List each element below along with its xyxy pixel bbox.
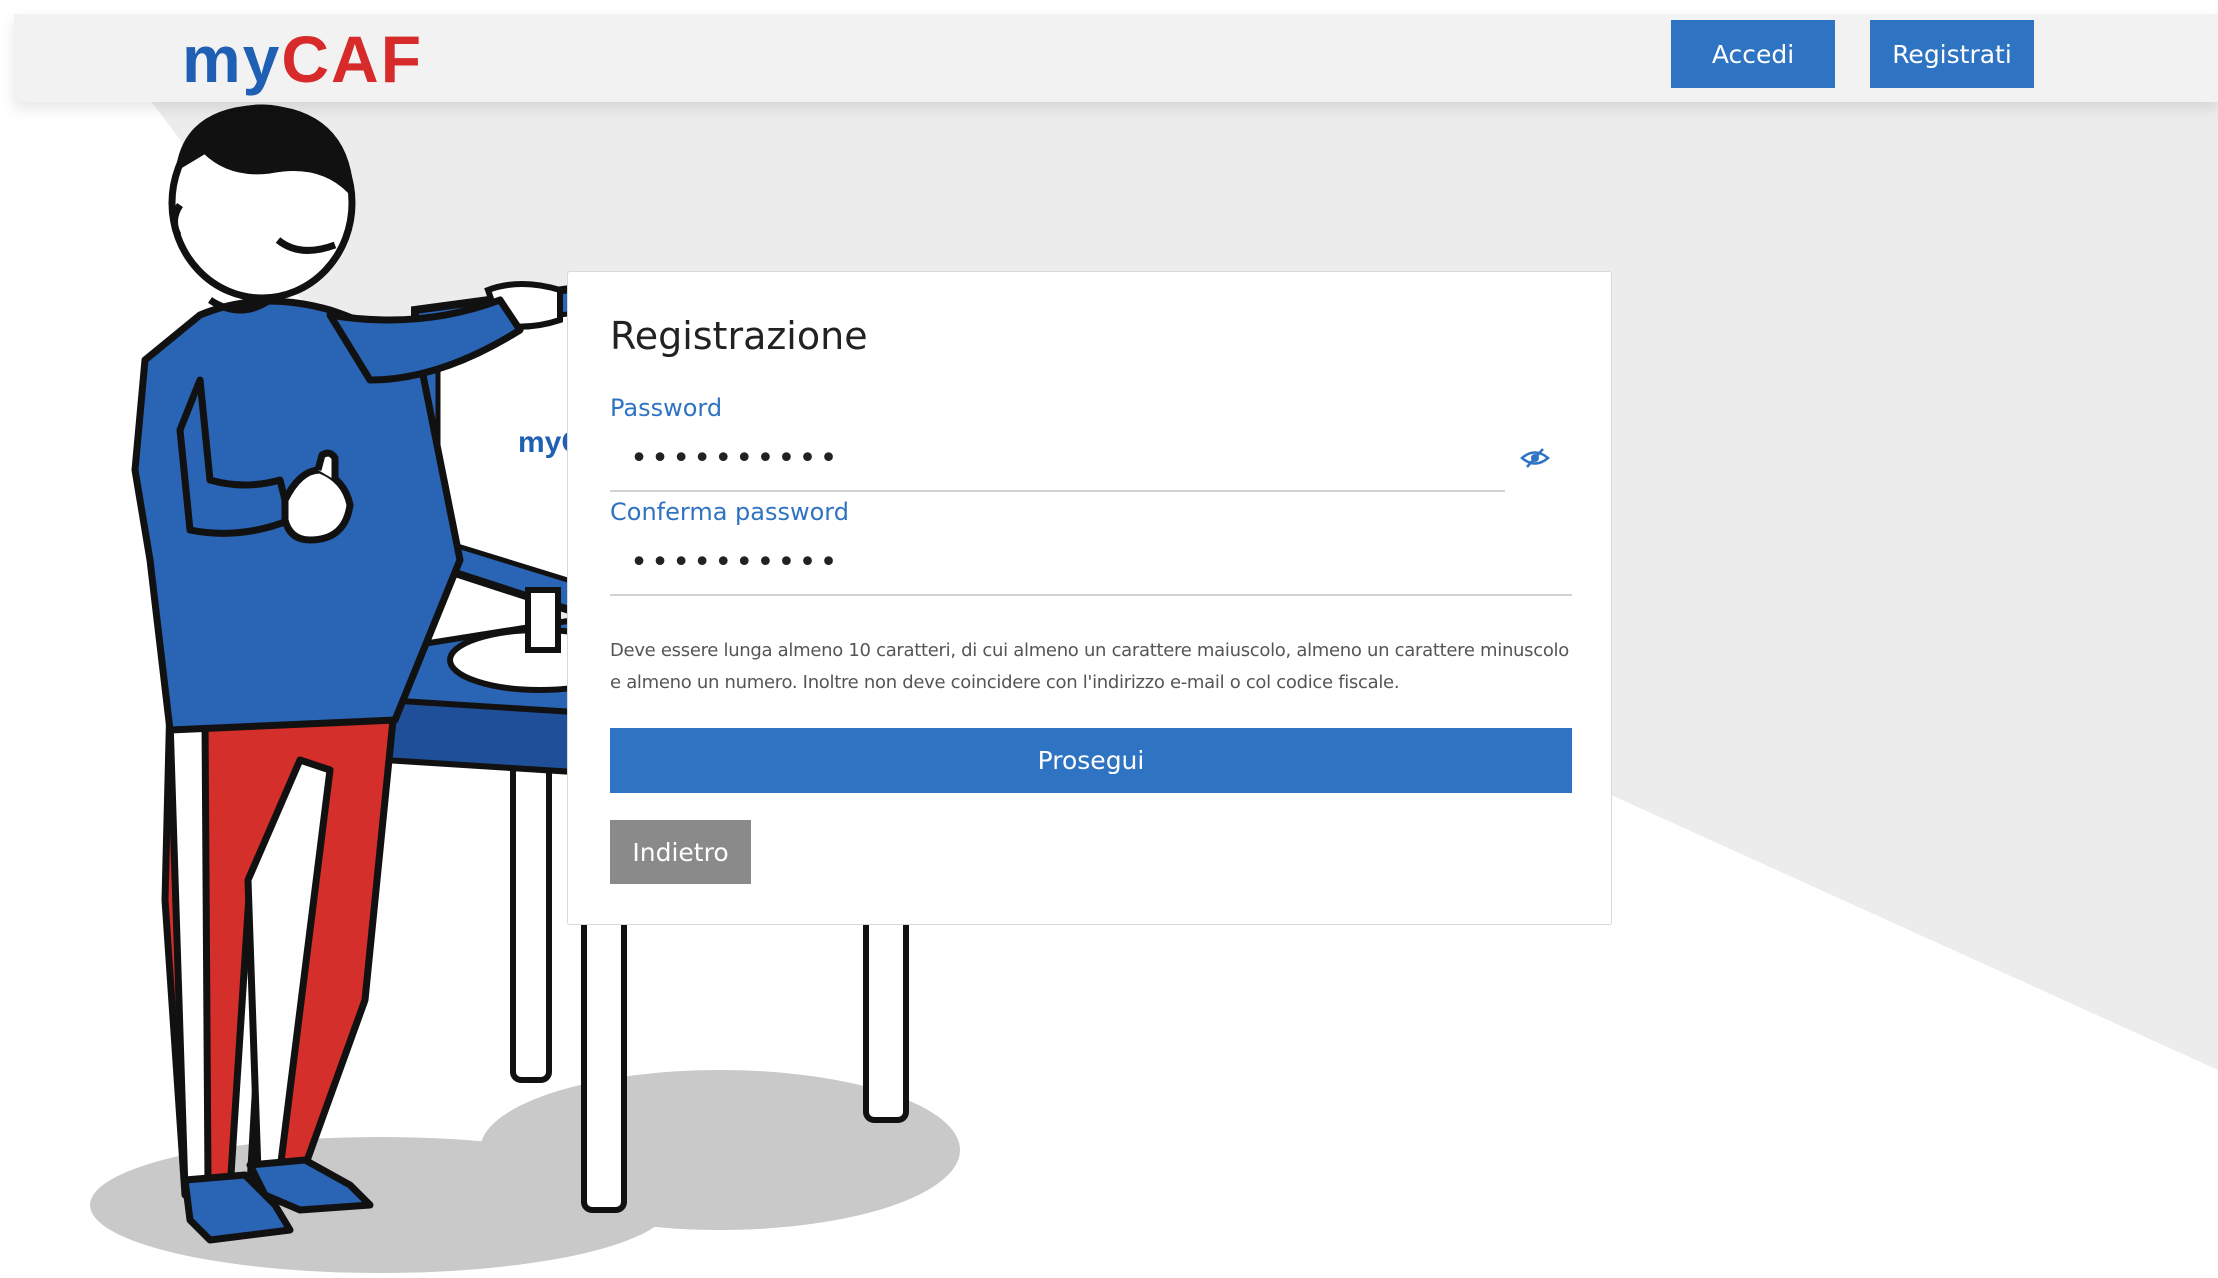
back-button[interactable]: Indietro: [610, 820, 751, 884]
registration-page: myC myCAF Accedi Registrati Registrazion…: [0, 0, 2218, 1278]
confirm-password-label: Conferma password: [610, 498, 849, 526]
continue-button[interactable]: Prosegui: [610, 728, 1572, 793]
top-navbar: myCAF Accedi Registrati: [14, 14, 2218, 102]
password-requirements-hint: Deve essere lunga almeno 10 caratteri, d…: [610, 640, 1569, 693]
confirm-password-underline: [610, 594, 1572, 596]
logo-my: my: [182, 22, 282, 96]
register-button[interactable]: Registrati: [1870, 20, 2034, 88]
logo-caf: CAF: [281, 22, 424, 96]
confirm-password-input[interactable]: [610, 544, 1570, 580]
password-input[interactable]: [610, 440, 1505, 476]
login-button[interactable]: Accedi: [1671, 20, 1835, 88]
registration-card: Registrazione Password Conferma password…: [567, 271, 1612, 925]
eye-slash-icon[interactable]: [1520, 447, 1550, 469]
password-label: Password: [610, 394, 723, 422]
password-underline: [610, 490, 1505, 492]
mycaf-logo[interactable]: myCAF: [182, 24, 423, 94]
form-title: Registrazione: [610, 314, 868, 358]
